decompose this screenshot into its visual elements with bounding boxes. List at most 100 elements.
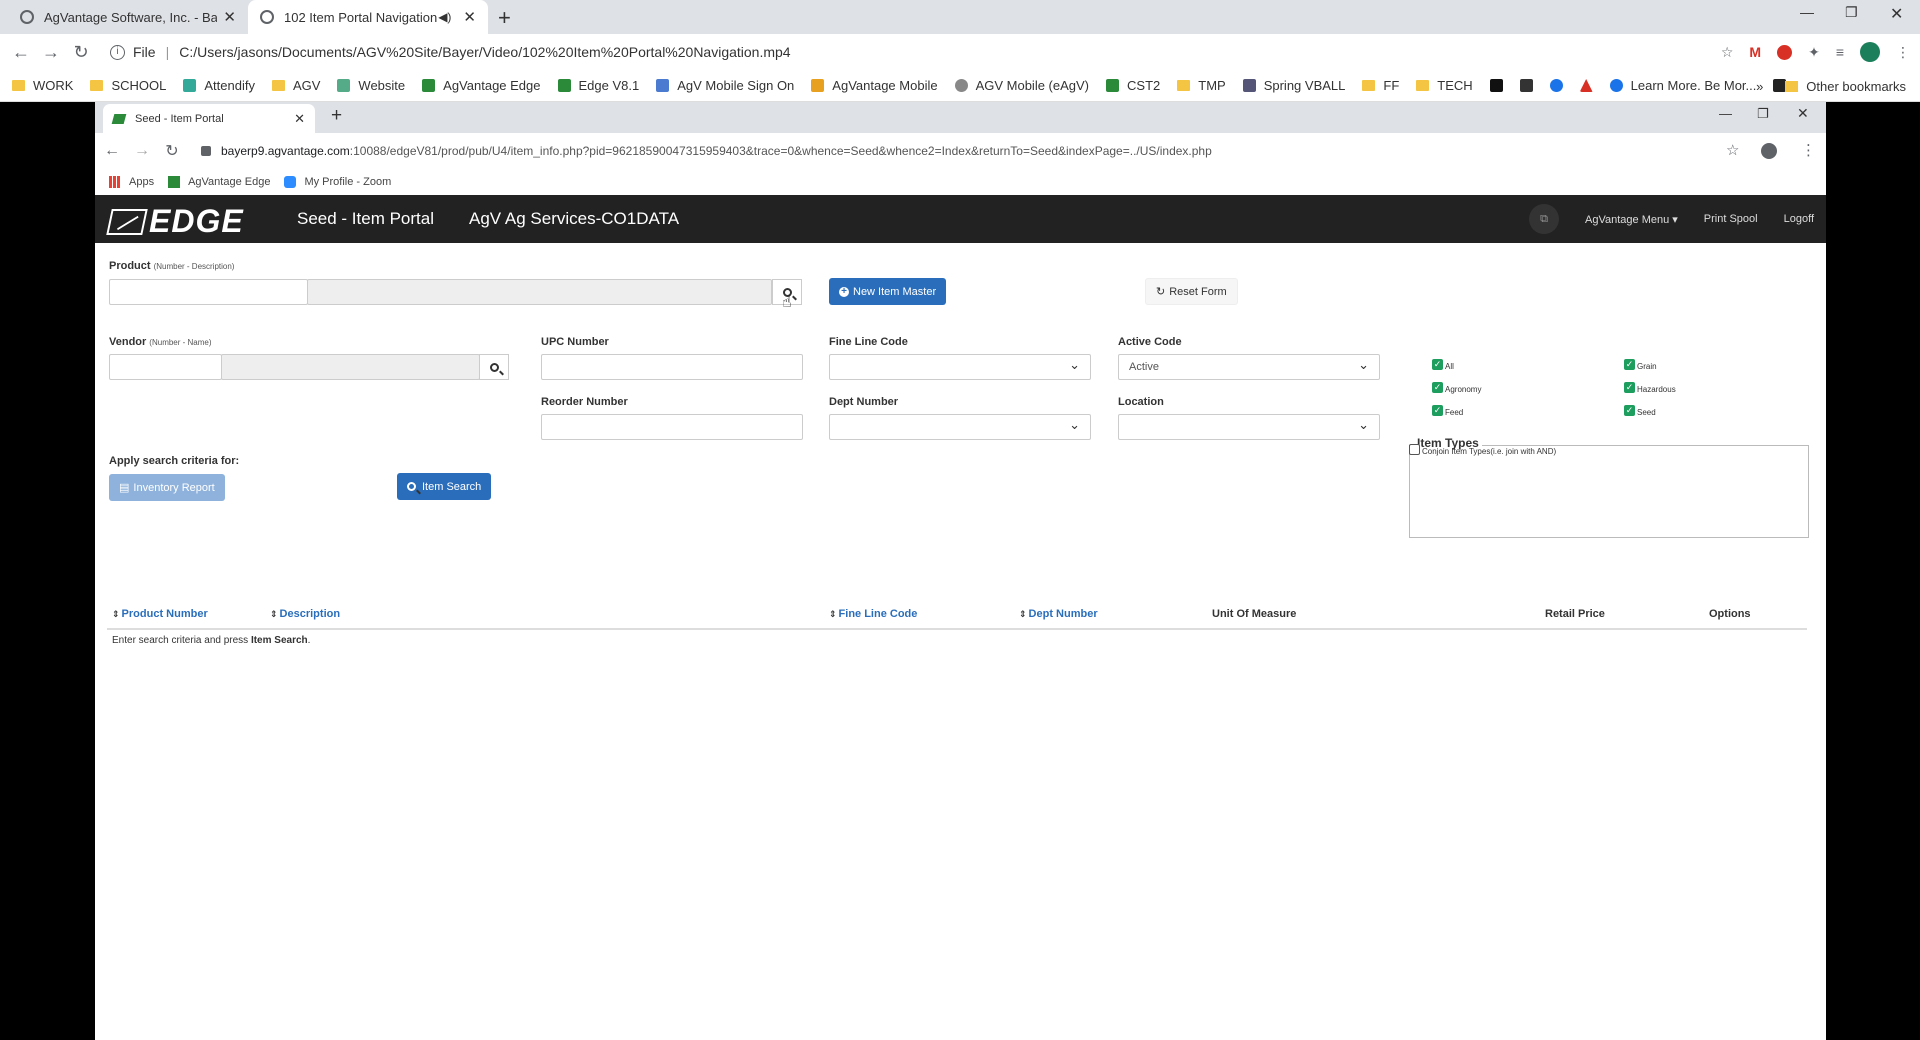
active-code-select[interactable]: Active [1118, 354, 1380, 380]
bookmark-edge-v81[interactable]: Edge V8.1 [557, 78, 639, 93]
extensions-icon[interactable]: ✦ [1808, 44, 1820, 61]
bookmark-agvantage-edge[interactable]: AgVantage Edge [422, 78, 541, 93]
new-item-master-button[interactable]: + New Item Master [829, 278, 947, 305]
url-field[interactable]: bayerp9.agvantage.com:10088/edgeV81/prod… [201, 144, 1212, 158]
item-search-button[interactable]: Item Search [397, 473, 492, 500]
bookmark-cst2[interactable]: CST2 [1106, 78, 1160, 93]
product-description-input[interactable] [307, 279, 772, 305]
minimize-icon[interactable]: — [1800, 4, 1814, 20]
apps-grid-icon [109, 176, 121, 188]
minimize-icon[interactable]: — [1719, 106, 1732, 121]
agvantage-menu[interactable]: AgVantage Menu ▾ [1585, 213, 1678, 226]
bookmark-zoom[interactable]: My Profile - Zoom [284, 176, 391, 188]
checkbox-unchecked-icon[interactable] [1409, 444, 1420, 455]
logoff-link[interactable]: Logoff [1784, 213, 1814, 225]
item-type-agronomy[interactable]: ✓ Agronomy [1432, 382, 1481, 394]
outer-tab-video[interactable]: 102 Item Portal Navigation.m ◀) ✕ [248, 0, 488, 34]
item-type-grain[interactable]: ✓ Grain [1624, 359, 1657, 371]
col-unit-of-measure: Unit Of Measure [1212, 608, 1297, 620]
external-link-icon[interactable]: ⧉ [1529, 204, 1560, 234]
vendor-name-input[interactable] [221, 354, 480, 380]
item-type-hazardous[interactable]: ✓ Hazardous [1624, 382, 1676, 394]
reload-icon[interactable]: ↻ [66, 42, 96, 63]
other-bookmarks[interactable]: » Other bookmarks [1756, 70, 1906, 102]
back-arrow-icon[interactable]: ← [97, 142, 127, 160]
more-vert-icon[interactable]: ⋮ [1801, 141, 1816, 159]
item-type-seed[interactable]: ✓ Seed [1624, 405, 1656, 417]
dept-select[interactable] [829, 414, 1091, 440]
print-spool-link[interactable]: Print Spool [1704, 213, 1758, 225]
vendor-search-button[interactable] [479, 354, 509, 380]
bookmark-work[interactable]: WORK [12, 78, 73, 93]
bookmark-attendify[interactable]: Attendify [183, 78, 255, 93]
product-number-input[interactable] [109, 279, 308, 305]
profile-icon[interactable] [1761, 143, 1777, 159]
window-close-icon[interactable]: ✕ [1890, 4, 1903, 24]
reorder-input[interactable] [541, 414, 803, 440]
profile-avatar[interactable] [1860, 42, 1880, 62]
bookmark-agv[interactable]: AGV [271, 78, 320, 93]
gmail-icon[interactable]: M [1749, 44, 1761, 60]
checkbox-checked-icon[interactable]: ✓ [1624, 382, 1635, 393]
forward-arrow-icon[interactable]: → [36, 42, 66, 63]
vendor-number-input[interactable] [109, 354, 222, 380]
info-icon[interactable]: i [110, 44, 125, 60]
bookmark-school[interactable]: SCHOOL [90, 78, 166, 93]
star-icon[interactable]: ☆ [1726, 141, 1739, 159]
checkbox-checked-icon[interactable]: ✓ [1432, 359, 1443, 370]
close-icon[interactable]: ✕ [223, 8, 236, 26]
bookmark-learn-more[interactable]: Learn More. Be Mor... [1609, 78, 1756, 93]
col-dept-number[interactable]: ⇕ Dept Number [1019, 608, 1098, 620]
bookmark-g-icon[interactable] [1519, 79, 1533, 92]
close-icon[interactable]: ✕ [294, 111, 305, 127]
item-types-fieldset [1409, 445, 1809, 538]
bookmark-spring-vball[interactable]: Spring VBALL [1242, 78, 1345, 93]
col-fine-line-code[interactable]: ⇕ Fine Line Code [829, 608, 917, 620]
address-field[interactable]: i File | C:/Users/jasons/Documents/AGV%2… [110, 44, 791, 60]
star-icon[interactable]: ☆ [1721, 44, 1734, 61]
media-icon[interactable]: ≡ [1836, 44, 1844, 60]
checkbox-checked-icon[interactable]: ✓ [1624, 359, 1635, 370]
checkbox-checked-icon[interactable]: ✓ [1624, 405, 1635, 416]
col-product-number[interactable]: ⇕ Product Number [112, 608, 208, 620]
edge-logo[interactable]: EDGE [106, 203, 244, 240]
inventory-report-button[interactable]: ▤ Inventory Report [109, 474, 225, 501]
restore-icon[interactable]: ❐ [1845, 4, 1858, 21]
bookmark-apps[interactable]: Apps [109, 176, 154, 188]
bookmark-tech[interactable]: TECH [1416, 78, 1473, 93]
forward-arrow-icon[interactable]: → [127, 142, 157, 160]
bookmark-u-icon[interactable] [1489, 79, 1503, 92]
speaker-icon[interactable]: ◀) [438, 10, 451, 24]
reset-form-button[interactable]: ↻ Reset Form [1145, 278, 1238, 305]
bookmark-agvantage-edge[interactable]: AgVantage Edge [168, 176, 270, 188]
back-arrow-icon[interactable]: ← [6, 42, 36, 63]
bookmark-agv-mobile-sign-on[interactable]: AgV Mobile Sign On [656, 78, 794, 93]
item-type-feed[interactable]: ✓ Feed [1432, 405, 1463, 417]
checkbox-checked-icon[interactable]: ✓ [1432, 405, 1443, 416]
window-close-icon[interactable]: ✕ [1797, 105, 1809, 122]
outer-tab-agvantage[interactable]: AgVantage Software, Inc. - Bayer ✕ [8, 0, 248, 34]
close-icon[interactable]: ✕ [463, 8, 476, 26]
bookmark-ff[interactable]: FF [1362, 78, 1399, 93]
chevron-double-right-icon[interactable]: » [1756, 79, 1763, 94]
more-vert-icon[interactable]: ⋮ [1896, 44, 1910, 61]
bookmark-agv-mobile-eagv[interactable]: AGV Mobile (eAgV) [954, 78, 1089, 93]
bookmark-agvantage-mobile[interactable]: AgVantage Mobile [811, 78, 938, 93]
new-tab-button[interactable]: + [331, 105, 342, 127]
bookmark-website[interactable]: Website [337, 78, 405, 93]
new-tab-button[interactable]: + [498, 5, 511, 31]
adblock-icon[interactable] [1777, 44, 1793, 60]
col-description[interactable]: ⇕ Description [270, 608, 340, 620]
reload-icon[interactable]: ↻ [157, 141, 187, 161]
bookmark-blue-icon[interactable] [1549, 79, 1563, 92]
bookmark-warning-icon[interactable] [1579, 79, 1593, 92]
checkbox-checked-icon[interactable]: ✓ [1432, 382, 1443, 393]
inner-tab-seed[interactable]: Seed - Item Portal ✕ [103, 104, 315, 133]
conjoin-item-types[interactable]: Conjoin Item Types(i.e. join with AND) [1409, 444, 1556, 456]
bookmark-tmp[interactable]: TMP [1177, 78, 1226, 93]
location-select[interactable] [1118, 414, 1380, 440]
item-type-all[interactable]: ✓ All [1432, 359, 1454, 371]
upc-input[interactable] [541, 354, 803, 380]
fine-line-select[interactable] [829, 354, 1091, 380]
restore-icon[interactable]: ❐ [1757, 106, 1769, 122]
